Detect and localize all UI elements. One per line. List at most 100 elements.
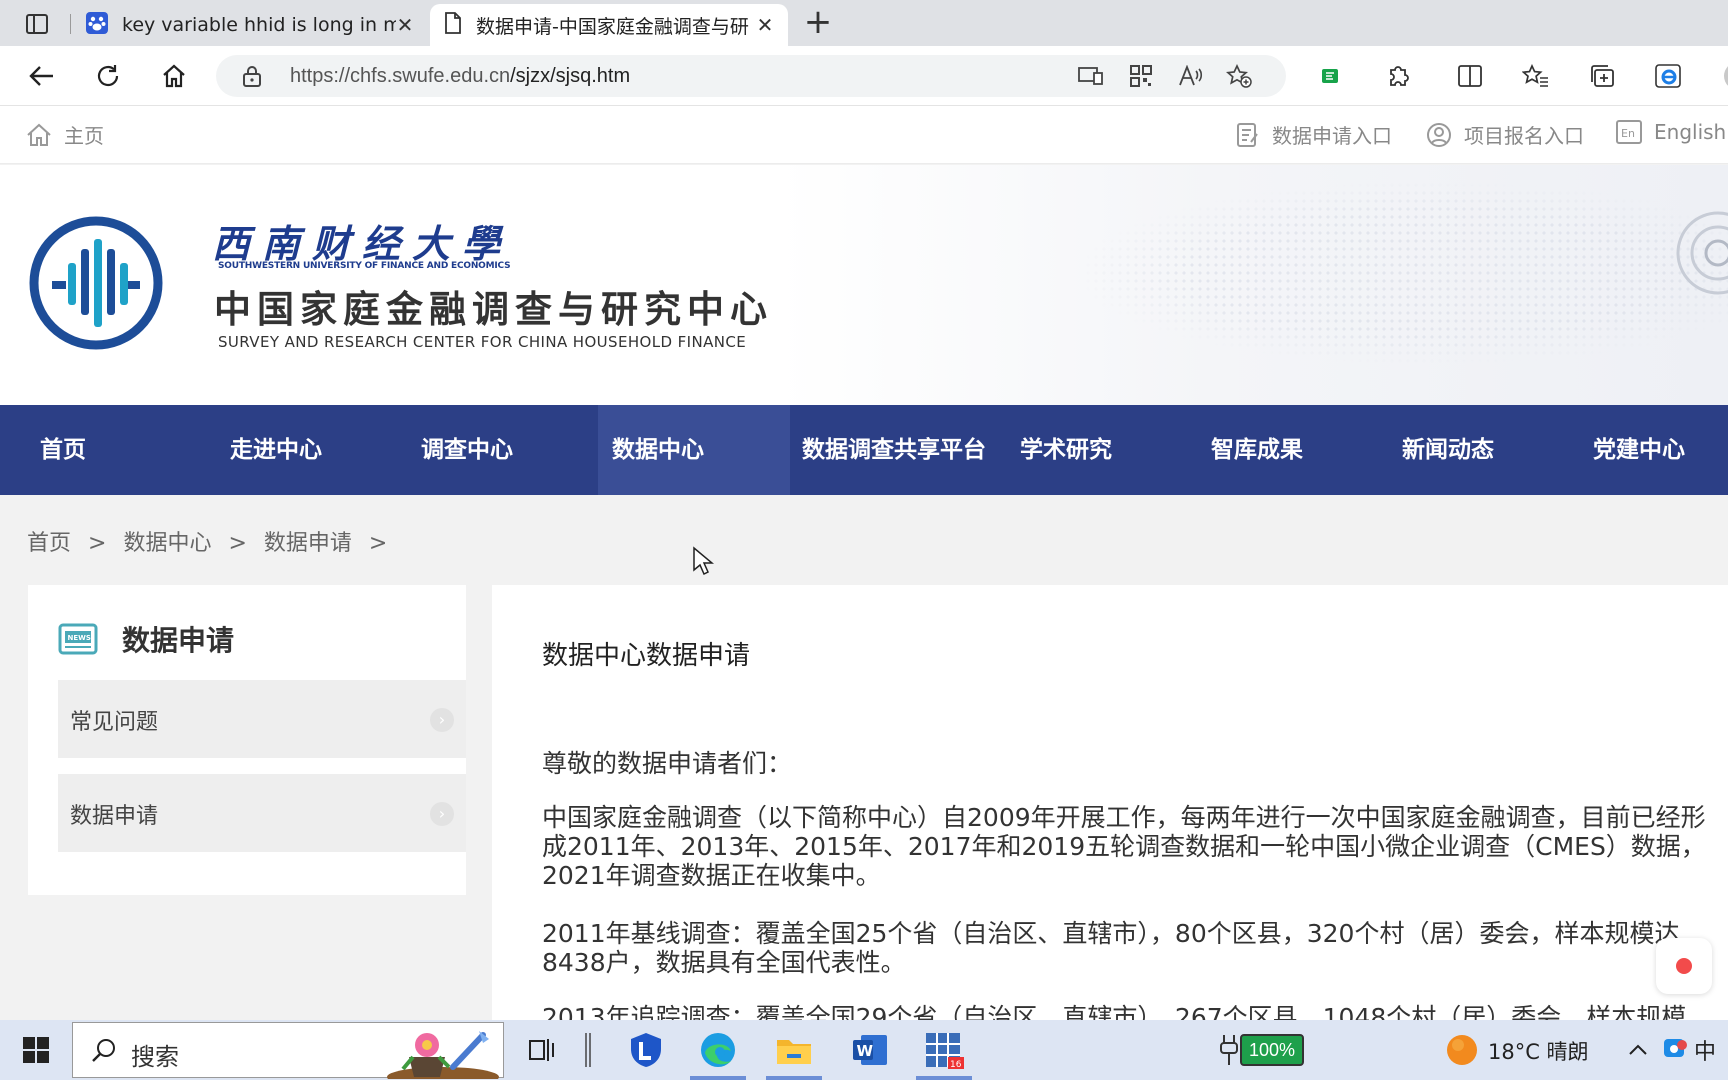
input-method-indicator[interactable]: 中 (1694, 1034, 1716, 1066)
split-screen-icon[interactable] (1452, 58, 1488, 94)
calendar-grid-app-icon[interactable]: 16 (920, 1030, 968, 1070)
extensions-puzzle-icon[interactable] (1380, 58, 1416, 94)
qr-code-icon[interactable] (1126, 62, 1156, 90)
paragraph-line: 成2011年、2013年、2015年、2017年和2019五轮调查数据和一轮中国… (542, 832, 1706, 861)
extension-green-icon[interactable] (1312, 58, 1348, 94)
sidebar-item-faq[interactable]: 常见问题 › (58, 680, 466, 758)
read-aloud-icon[interactable] (1176, 62, 1206, 90)
refresh-icon[interactable] (90, 58, 126, 94)
sidebar: NEWS 数据申请 常见问题 › 数据申请 › (28, 585, 466, 895)
active-app-indicator (766, 1076, 822, 1080)
nav-research[interactable]: 学术研究 (1020, 405, 1112, 495)
paragraph-line: 2013年追踪调查：覆盖全国29个省（自治区、直辖市），267个区县，1048个… (542, 1003, 1687, 1020)
tab-key-variable[interactable]: key variable hhid is long in maste ✕ (72, 4, 428, 46)
breadcrumb-home[interactable]: 首页 (27, 531, 71, 556)
security-shield-app-icon[interactable] (624, 1030, 668, 1070)
favorites-icon[interactable] (1518, 58, 1554, 94)
news-icon: NEWS (58, 623, 98, 655)
nav-news[interactable]: 新闻动态 (1402, 405, 1494, 495)
svg-text:En: En (1621, 127, 1635, 140)
article-title: 数据中心数据申请 (542, 641, 751, 671)
address-bar[interactable]: https://chfs.swufe.edu.cn/sjzx/sjsq.htm (216, 55, 1286, 97)
search-placeholder: 搜索 (131, 1043, 179, 1071)
lock-icon[interactable] (242, 64, 262, 92)
recording-indicator[interactable] (1656, 938, 1712, 994)
user-circle-icon (1427, 122, 1451, 147)
main-navigation: 首页 走进中心 调查中心 数据中心 数据调查共享平台 学术研究 智库成果 新闻动… (0, 405, 1728, 495)
tab-title: key variable hhid is long in maste (122, 14, 396, 36)
edge-browser-icon[interactable] (694, 1030, 742, 1070)
world-map-background (740, 165, 1728, 405)
breadcrumb-separator: > (368, 531, 388, 556)
breadcrumb-data-application[interactable]: 数据申请 (264, 531, 352, 556)
word-app-icon[interactable]: W (846, 1030, 894, 1070)
weather-text[interactable]: 18°C 晴朗 (1488, 1036, 1589, 1066)
chevron-right-icon: › (430, 802, 454, 826)
main-content: 数据中心数据申请 尊敬的数据申请者们： 中国家庭金融调查（以下简称中心）自200… (492, 585, 1728, 1020)
app-badge-number: 16 (950, 1060, 962, 1069)
site-top-bar: 主页 数据申请入口 项目报名入口 En English (0, 106, 1728, 164)
sidebar-heading: NEWS 数据申请 (58, 619, 234, 659)
nav-home[interactable]: 首页 (40, 405, 86, 495)
paragraph-line: 2021年调查数据正在收集中。 (542, 861, 881, 890)
site-home-link[interactable]: 主页 (26, 120, 104, 149)
profile-avatar[interactable] (1712, 58, 1728, 94)
news-badge-text: NEWS (68, 634, 91, 642)
nav-data-center[interactable]: 数据中心 (598, 405, 790, 495)
collections-icon[interactable] (1584, 58, 1620, 94)
nav-think-tank[interactable]: 智库成果 (1211, 405, 1303, 495)
add-favorite-icon[interactable] (1224, 62, 1254, 90)
app-available-icon[interactable] (1076, 62, 1106, 90)
nav-party-building[interactable]: 党建中心 (1593, 405, 1685, 495)
back-icon[interactable] (24, 58, 60, 94)
link-label: English (1654, 120, 1727, 144)
chat-app-icon[interactable] (1660, 1030, 1690, 1070)
new-tab-button[interactable]: + (800, 5, 836, 42)
link-label: 项目报名入口 (1464, 124, 1584, 148)
data-application-entry-link[interactable]: 数据申请入口 (1236, 120, 1392, 149)
breadcrumb-data-center[interactable]: 数据中心 (123, 531, 211, 556)
sidebar-item-label: 数据申请 (70, 804, 159, 829)
close-tab-icon[interactable]: ✕ (396, 13, 414, 37)
task-view-icon[interactable] (522, 1030, 562, 1070)
search-highlight-illustration-icon (387, 1031, 499, 1079)
sidebar-title: 数据申请 (122, 624, 235, 657)
taskbar-search-box[interactable]: 搜索 (72, 1022, 504, 1079)
nav-data-sharing-platform[interactable]: 数据调查共享平台 (802, 405, 986, 495)
university-name-cn: 西南财经大學 (212, 221, 513, 266)
nav-survey[interactable]: 调查中心 (421, 405, 513, 495)
intro-paragraph: 中国家庭金融调查（以下简称中心）自2009年开展工作，每两年进行一次中国家庭金融… (542, 803, 1728, 890)
close-tab-icon[interactable]: ✕ (756, 13, 774, 37)
active-app-indicator (690, 1076, 746, 1080)
ie-mode-icon[interactable] (1650, 58, 1686, 94)
search-icon (92, 1039, 115, 1062)
target-decoration-icon (1676, 211, 1728, 295)
tab-actions-icon[interactable] (14, 10, 60, 38)
tab-data-application[interactable]: 数据申请-中国家庭金融调查与研 ✕ (430, 4, 788, 46)
paragraph-line: 2011年基线调查：覆盖全国25个省（自治区、直辖市），80个区县，320个村（… (542, 919, 1680, 948)
sidebar-item-label: 常见问题 (70, 710, 159, 735)
language-en-icon: En (1616, 120, 1642, 144)
sidebar-item-data-application[interactable]: 数据申请 › (58, 774, 466, 852)
paw-icon (86, 11, 108, 39)
battery-indicator[interactable]: 100% (1240, 1034, 1304, 1066)
form-icon (1237, 122, 1258, 147)
project-signup-entry-link[interactable]: 项目报名入口 (1426, 120, 1584, 149)
home-icon[interactable] (156, 58, 192, 94)
browser-tab-bar: key variable hhid is long in maste ✕ 数据申… (0, 0, 1728, 46)
followup-2013-paragraph: 2013年追踪调查：覆盖全国29个省（自治区、直辖市），267个区县，1048个… (542, 1003, 1728, 1020)
weather-sun-icon[interactable] (1442, 1030, 1482, 1070)
breadcrumb-separator: > (88, 531, 107, 556)
windows-start-icon[interactable] (16, 1030, 56, 1070)
paragraph-line: 8438户，数据具有全国代表性。 (542, 948, 906, 977)
home-label: 主页 (64, 124, 104, 148)
word-letter: W (857, 1042, 874, 1060)
center-logo-icon[interactable] (28, 215, 164, 351)
url-text[interactable]: https://chfs.swufe.edu.cn/sjzx/sjsq.htm (290, 65, 630, 88)
nav-about[interactable]: 走进中心 (230, 405, 322, 495)
english-link[interactable]: En English (1616, 120, 1726, 144)
house-icon (27, 123, 51, 146)
file-explorer-icon[interactable] (770, 1030, 818, 1070)
center-name-en: SURVEY AND RESEARCH CENTER FOR CHINA HOU… (218, 333, 747, 351)
chevron-up-icon[interactable] (1624, 1030, 1652, 1070)
